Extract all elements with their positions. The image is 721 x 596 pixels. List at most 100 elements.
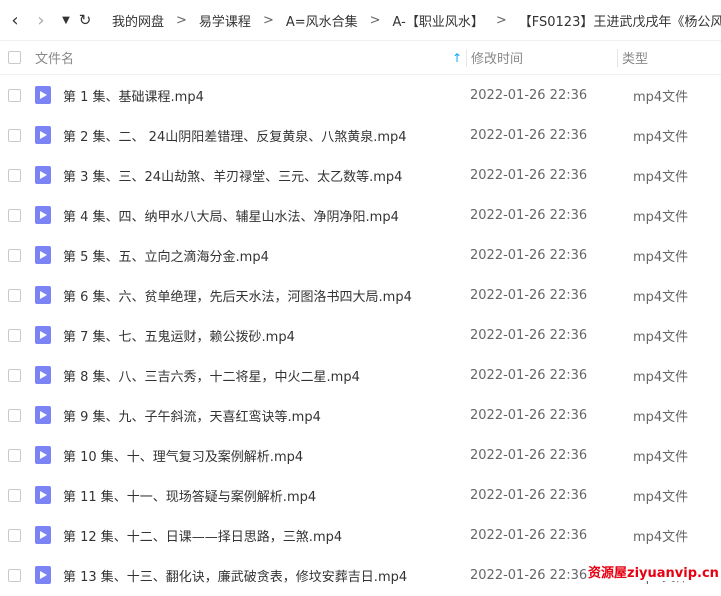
file-modified-time: 2022-01-26 22:36: [470, 447, 588, 463]
file-modified-time: 2022-01-26 22:36: [470, 247, 588, 263]
file-modified-time: 2022-01-26 22:36: [470, 407, 588, 423]
breadcrumb-item-professional[interactable]: A-【职业风水】: [393, 11, 484, 30]
row-checkbox[interactable]: [8, 128, 21, 142]
file-name[interactable]: 第 7 集、七、五鬼运财，赖公拨砂.mp4: [63, 326, 295, 345]
breadcrumb-separator: >: [369, 12, 381, 28]
column-header-name-label: 文件名: [35, 52, 75, 67]
file-list: 第 1 集、基础课程.mp4 2022-01-26 22:36 mp4文件 第 …: [0, 75, 721, 595]
dropdown-caret-icon[interactable]: ▼: [58, 15, 74, 26]
file-row[interactable]: 第 3 集、三、24山劫煞、羊刃禄堂、三元、太乙数等.mp4 2022-01-2…: [0, 155, 721, 195]
file-row[interactable]: 第 5 集、五、立向之滴海分金.mp4 2022-01-26 22:36 mp4…: [0, 235, 721, 275]
file-modified-time: 2022-01-26 22:36: [470, 327, 588, 343]
file-modified-time: 2022-01-26 22:36: [470, 207, 588, 223]
row-checkbox[interactable]: [8, 208, 21, 222]
file-name[interactable]: 第 4 集、四、纳甲水八大局、辅星山水法、净阴净阳.mp4: [63, 206, 399, 225]
column-header-modified[interactable]: 修改时间: [467, 48, 617, 67]
row-checkbox[interactable]: [8, 488, 21, 502]
file-name[interactable]: 第 1 集、基础课程.mp4: [63, 86, 204, 105]
watermark: 资源屋ziyuanvip.cn: [588, 562, 719, 581]
file-modified-time: 2022-01-26 22:36: [470, 287, 588, 303]
file-modified-time: 2022-01-26 22:36: [470, 487, 588, 503]
file-type: mp4文件: [633, 129, 689, 145]
file-type: mp4文件: [633, 289, 689, 305]
file-type: mp4文件: [633, 489, 689, 505]
row-checkbox[interactable]: [8, 528, 21, 542]
file-name[interactable]: 第 11 集、十一、现场答疑与案例解析.mp4: [63, 486, 316, 505]
video-file-icon: [35, 406, 51, 424]
back-arrow-icon[interactable]: ‹: [6, 10, 24, 31]
breadcrumb-item-courses[interactable]: 易学课程: [199, 11, 251, 30]
video-file-icon: [35, 566, 51, 584]
column-header-name[interactable]: 文件名 ↑: [21, 48, 466, 68]
file-type: mp4文件: [633, 169, 689, 185]
file-name[interactable]: 第 8 集、八、三吉六秀，十二将星，中火二星.mp4: [63, 366, 360, 385]
breadcrumb: 我的网盘 > 易学课程 > A=风水合集 > A-【职业风水】 > 【FS012…: [112, 11, 721, 30]
file-row[interactable]: 第 7 集、七、五鬼运财，赖公拨砂.mp4 2022-01-26 22:36 m…: [0, 315, 721, 355]
file-row[interactable]: 第 4 集、四、纳甲水八大局、辅星山水法、净阴净阳.mp4 2022-01-26…: [0, 195, 721, 235]
sort-ascending-icon[interactable]: ↑: [452, 51, 462, 65]
file-type: mp4文件: [633, 89, 689, 105]
file-row[interactable]: 第 6 集、六、贫单绝理，先后天水法，河图洛书四大局.mp4 2022-01-2…: [0, 275, 721, 315]
file-modified-time: 2022-01-26 22:36: [470, 167, 588, 183]
column-header-type-label: 类型: [622, 52, 649, 67]
file-name[interactable]: 第 3 集、三、24山劫煞、羊刃禄堂、三元、太乙数等.mp4: [63, 166, 402, 185]
video-file-icon: [35, 206, 51, 224]
file-type: mp4文件: [633, 369, 689, 385]
file-row[interactable]: 第 10 集、十、理气复习及案例解析.mp4 2022-01-26 22:36 …: [0, 435, 721, 475]
video-file-icon: [35, 446, 51, 464]
file-modified-time: 2022-01-26 22:36: [470, 527, 588, 543]
video-file-icon: [35, 86, 51, 104]
nav-controls: ‹ › ▼ ↻: [0, 10, 94, 31]
breadcrumb-separator: >: [495, 12, 507, 28]
video-file-icon: [35, 486, 51, 504]
breadcrumb-item-fengshui-collection[interactable]: A=风水合集: [286, 11, 358, 30]
row-checkbox[interactable]: [8, 328, 21, 342]
top-navigation-bar: ‹ › ▼ ↻ 我的网盘 > 易学课程 > A=风水合集 > A-【职业风水】 …: [0, 0, 721, 41]
file-name[interactable]: 第 6 集、六、贫单绝理，先后天水法，河图洛书四大局.mp4: [63, 286, 412, 305]
select-all-checkbox[interactable]: [8, 51, 21, 64]
video-file-icon: [35, 286, 51, 304]
row-checkbox[interactable]: [8, 288, 21, 302]
file-row[interactable]: 第 1 集、基础课程.mp4 2022-01-26 22:36 mp4文件: [0, 75, 721, 115]
file-row[interactable]: 第 11 集、十一、现场答疑与案例解析.mp4 2022-01-26 22:36…: [0, 475, 721, 515]
video-file-icon: [35, 126, 51, 144]
row-checkbox[interactable]: [8, 408, 21, 422]
column-header-type[interactable]: 类型: [618, 48, 648, 67]
file-row[interactable]: 第 8 集、八、三吉六秀，十二将星，中火二星.mp4 2022-01-26 22…: [0, 355, 721, 395]
breadcrumb-item-my-drive[interactable]: 我的网盘: [112, 11, 164, 30]
file-name[interactable]: 第 9 集、九、子午斜流，天喜红鸾诀等.mp4: [63, 406, 321, 425]
file-modified-time: 2022-01-26 22:36: [470, 567, 588, 583]
file-row[interactable]: 第 12 集、十二、日课——择日思路，三煞.mp4 2022-01-26 22:…: [0, 515, 721, 555]
file-row[interactable]: 第 2 集、二、 24山阴阳差错理、反复黄泉、八煞黄泉.mp4 2022-01-…: [0, 115, 721, 155]
row-checkbox[interactable]: [8, 248, 21, 262]
file-row[interactable]: 第 9 集、九、子午斜流，天喜红鸾诀等.mp4 2022-01-26 22:36…: [0, 395, 721, 435]
row-checkbox[interactable]: [8, 448, 21, 462]
file-name[interactable]: 第 12 集、十二、日课——择日思路，三煞.mp4: [63, 526, 342, 545]
video-file-icon: [35, 246, 51, 264]
file-type: mp4文件: [633, 449, 689, 465]
file-type: mp4文件: [633, 529, 689, 545]
video-file-icon: [35, 526, 51, 544]
file-name[interactable]: 第 10 集、十、理气复习及案例解析.mp4: [63, 446, 303, 465]
refresh-icon[interactable]: ↻: [76, 11, 94, 29]
video-file-icon: [35, 326, 51, 344]
video-file-icon: [35, 166, 51, 184]
file-name[interactable]: 第 5 集、五、立向之滴海分金.mp4: [63, 246, 269, 265]
file-type: mp4文件: [633, 329, 689, 345]
file-name[interactable]: 第 13 集、十三、翻化诀，廉武破贪表，修坟安葬吉日.mp4: [63, 566, 407, 585]
file-modified-time: 2022-01-26 22:36: [470, 367, 588, 383]
breadcrumb-separator: >: [262, 12, 274, 28]
breadcrumb-item-current-folder[interactable]: 【FS0123】王进武戊戌年《杨公风水中级班》: [519, 11, 721, 30]
file-type: mp4文件: [633, 409, 689, 425]
file-list-header: 文件名 ↑ 修改时间 类型: [0, 41, 721, 75]
row-checkbox[interactable]: [8, 368, 21, 382]
forward-arrow-icon[interactable]: ›: [30, 10, 52, 31]
row-checkbox[interactable]: [8, 568, 21, 582]
file-name[interactable]: 第 2 集、二、 24山阴阳差错理、反复黄泉、八煞黄泉.mp4: [63, 126, 407, 145]
row-checkbox[interactable]: [8, 168, 21, 182]
video-file-icon: [35, 366, 51, 384]
breadcrumb-separator: >: [176, 12, 187, 28]
file-modified-time: 2022-01-26 22:36: [470, 127, 588, 143]
file-modified-time: 2022-01-26 22:36: [470, 87, 588, 103]
row-checkbox[interactable]: [8, 88, 21, 102]
